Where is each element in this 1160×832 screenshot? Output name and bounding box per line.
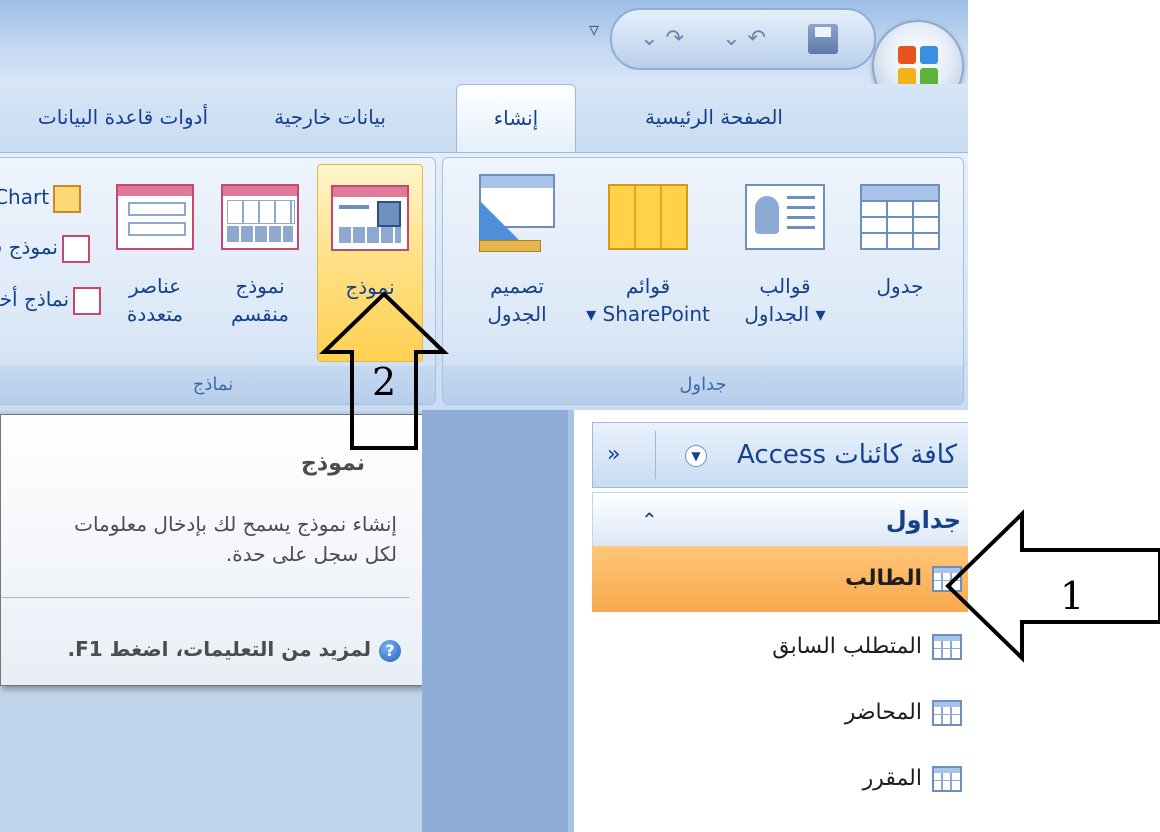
arrow-1-left-outline bbox=[945, 509, 1160, 663]
callout-arrows bbox=[319, 291, 1160, 663]
callout-number-1: 1 bbox=[1060, 574, 1085, 618]
callout-number-2: 2 bbox=[372, 360, 397, 404]
